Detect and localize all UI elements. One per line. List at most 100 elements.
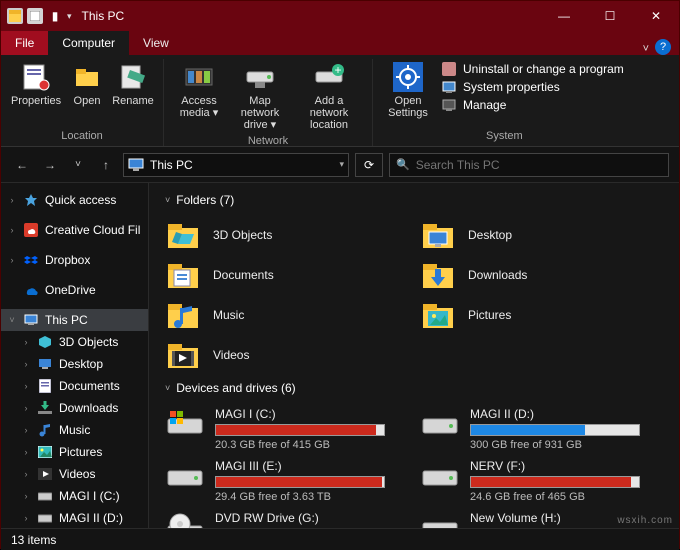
chevron-icon: › — [7, 255, 17, 265]
usage-bar — [470, 476, 640, 488]
chevron-down-icon: ˅ — [165, 383, 170, 393]
rename-icon — [117, 61, 149, 93]
sidebar-item-magi2[interactable]: ›MAGI II (D:) — [1, 507, 148, 528]
drive-magi3[interactable]: MAGI III (E:)29.4 GB free of 3.63 TB — [159, 455, 414, 507]
address-dropdown-icon[interactable]: ▾ — [339, 159, 344, 170]
chevron-down-icon: ˅ — [165, 195, 170, 205]
help-button[interactable]: ? — [655, 39, 671, 55]
refresh-button[interactable]: ⟳ — [355, 153, 383, 177]
access-media-button[interactable]: Access media ▾ — [172, 59, 226, 121]
rename-button[interactable]: Rename — [111, 59, 155, 109]
recent-locations-button[interactable]: ˅ — [67, 154, 89, 176]
dvd-drive-icon: DVD — [165, 511, 205, 528]
sidebar-item-videos[interactable]: ›Videos — [1, 463, 148, 485]
search-input[interactable] — [416, 158, 662, 172]
drive-nerv[interactable]: NERV (F:)24.6 GB free of 465 GB — [414, 455, 669, 507]
back-button[interactable]: ← — [11, 154, 33, 176]
chevron-icon: › — [7, 195, 17, 205]
status-bar: 13 items — [1, 528, 679, 550]
qat-dropdown-icon[interactable]: ▾ — [67, 11, 72, 22]
folder-pictures[interactable]: Pictures — [414, 295, 669, 335]
ribbon-group-system: Open Settings Uninstall or change a prog… — [373, 59, 636, 146]
music-icon — [37, 422, 53, 438]
sidebar-item-pictures[interactable]: ›Pictures — [1, 441, 148, 463]
drive-magi2[interactable]: MAGI II (D:)300 GB free of 931 GB — [414, 403, 669, 455]
watermark: wsxih.com — [617, 515, 673, 526]
chevron-icon: › — [21, 337, 31, 347]
close-button[interactable]: ✕ — [633, 1, 679, 31]
sidebar-item-quick-access[interactable]: ›Quick access — [1, 189, 148, 211]
ribbon-group-network: Access media ▾ Map network drive ▾ + Add… — [164, 59, 373, 146]
tab-computer[interactable]: Computer — [48, 31, 129, 55]
open-icon — [71, 61, 103, 93]
chevron-icon: › — [21, 447, 31, 457]
tab-file[interactable]: File — [1, 31, 48, 55]
sidebar-item-onedrive[interactable]: OneDrive — [1, 279, 148, 301]
search-box[interactable]: 🔍 — [389, 153, 669, 177]
creative-cloud-icon — [23, 222, 39, 238]
drive-icon — [37, 510, 53, 526]
sidebar-item-3d-objects[interactable]: ›3D Objects — [1, 331, 148, 353]
folder-downloads[interactable]: Downloads — [414, 255, 669, 295]
usage-bar — [215, 424, 385, 436]
content-pane: ˅Folders (7) 3D Objects Documents Music … — [149, 183, 679, 528]
uninstall-icon — [441, 61, 457, 77]
ribbon-group-label-network: Network — [248, 133, 288, 151]
address-text: This PC — [150, 158, 193, 172]
up-button[interactable]: ↑ — [95, 154, 117, 176]
minimize-button[interactable]: — — [541, 1, 587, 31]
sidebar-item-downloads[interactable]: ›Downloads — [1, 397, 148, 419]
forward-button[interactable]: → — [39, 154, 61, 176]
folder-3d-objects[interactable]: 3D Objects — [159, 215, 414, 255]
desktop-icon — [420, 217, 456, 253]
sidebar-item-desktop[interactable]: ›Desktop — [1, 353, 148, 375]
quick-access-toolbar: ▮ ▾ — [7, 8, 72, 24]
usage-bar — [470, 424, 640, 436]
folder-music[interactable]: Music — [159, 295, 414, 335]
group-header-folders[interactable]: ˅Folders (7) — [165, 193, 669, 207]
sidebar-item-music[interactable]: ›Music — [1, 419, 148, 441]
sidebar-item-this-pc[interactable]: ˅This PC — [1, 309, 148, 331]
group-header-drives[interactable]: ˅Devices and drives (6) — [165, 381, 669, 395]
manage-button[interactable]: Manage — [441, 97, 624, 113]
desktop-icon — [37, 356, 53, 372]
folder-desktop[interactable]: Desktop — [414, 215, 669, 255]
chevron-icon: › — [21, 381, 31, 391]
uninstall-program-button[interactable]: Uninstall or change a program — [441, 61, 624, 77]
properties-button[interactable]: Properties — [9, 59, 63, 109]
add-location-icon: + — [313, 61, 345, 93]
map-network-drive-button[interactable]: Map network drive ▾ — [228, 59, 292, 133]
3d-objects-icon — [37, 334, 53, 350]
ribbon-collapse-icon[interactable]: ˅ — [643, 43, 649, 55]
properties-qat-icon[interactable] — [27, 8, 43, 24]
maximize-button[interactable]: ☐ — [587, 1, 633, 31]
sidebar-item-creative-cloud[interactable]: ›Creative Cloud Fil — [1, 219, 148, 241]
sidebar-item-documents[interactable]: ›Documents — [1, 375, 148, 397]
address-bar[interactable]: This PC ▾ — [123, 153, 349, 177]
chevron-icon: › — [21, 469, 31, 479]
drive-dvd[interactable]: DVD DVD RW Drive (G:) — [159, 507, 414, 528]
open-settings-button[interactable]: Open Settings — [381, 59, 435, 121]
pictures-icon — [37, 444, 53, 460]
ribbon-group-label-system: System — [486, 128, 523, 146]
media-icon — [183, 61, 215, 93]
3d-objects-icon — [165, 217, 201, 253]
chevron-icon: › — [21, 425, 31, 435]
settings-icon — [392, 61, 424, 93]
sidebar-item-dropbox[interactable]: ›Dropbox — [1, 249, 148, 271]
drive-icon — [37, 488, 53, 504]
documents-icon — [165, 257, 201, 293]
star-icon — [23, 192, 39, 208]
open-button[interactable]: Open — [65, 59, 109, 109]
add-network-location-button[interactable]: + Add a network location — [294, 59, 364, 133]
system-properties-button[interactable]: System properties — [441, 79, 624, 95]
properties-icon — [20, 61, 52, 93]
chevron-down-icon: ˅ — [7, 315, 17, 325]
tab-view[interactable]: View — [129, 31, 183, 55]
documents-icon — [37, 378, 53, 394]
sidebar-item-magi1[interactable]: ›MAGI I (C:) — [1, 485, 148, 507]
music-icon — [165, 297, 201, 333]
folder-documents[interactable]: Documents — [159, 255, 414, 295]
folder-videos[interactable]: Videos — [159, 335, 414, 375]
drive-magi1[interactable]: MAGI I (C:)20.3 GB free of 415 GB — [159, 403, 414, 455]
